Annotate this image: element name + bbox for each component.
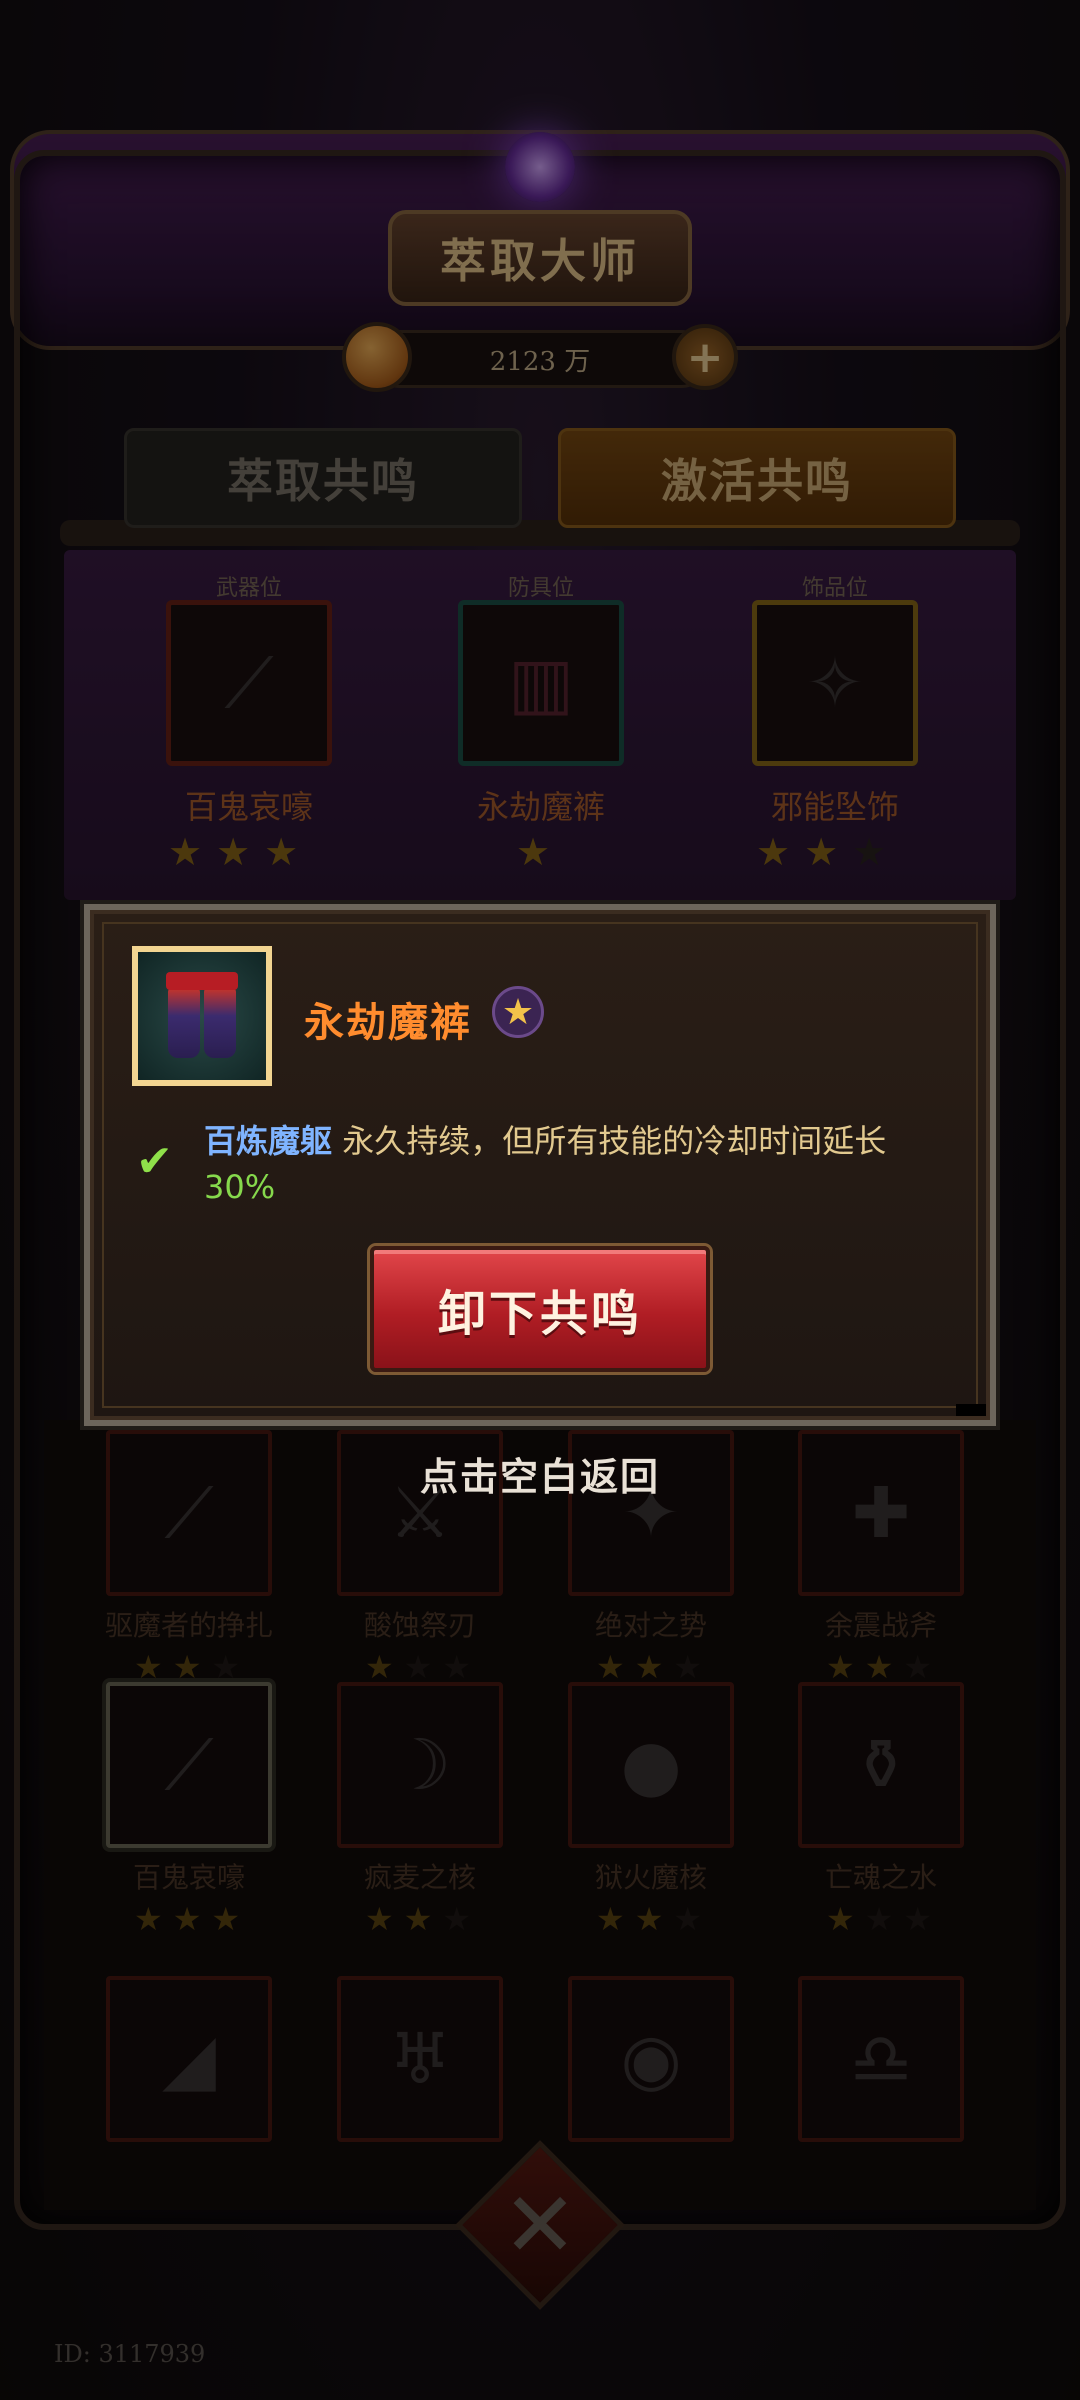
pants-right-leg: [204, 988, 236, 1058]
tap-to-return-hint[interactable]: 点击空白返回: [0, 1446, 1080, 1501]
effect-value: 30%: [204, 1168, 276, 1206]
star-icon: ★: [492, 986, 544, 1038]
effect-text: 永久持续，但所有技能的冷却时间延长: [342, 1122, 887, 1160]
unequip-button-label: 卸下共鸣: [437, 1286, 642, 1342]
pants-waist: [166, 972, 238, 990]
unequip-resonance-button[interactable]: 卸下共鸣: [370, 1246, 710, 1372]
resonance-detail-modal: 永劫魔裤 ★ ✔ 百炼魔躯 永久持续，但所有技能的冷却时间延长 30% 卸下共鸣: [84, 904, 996, 1426]
item-name: 永劫魔裤: [304, 1000, 472, 1046]
corner-mark: [956, 1404, 986, 1416]
effect-name: 百炼魔躯: [204, 1122, 333, 1160]
item-portrait: [132, 946, 272, 1086]
effect-description: 百炼魔躯 永久持续，但所有技能的冷却时间延长 30%: [204, 1118, 904, 1210]
checkmark-icon: ✔: [136, 1136, 173, 1187]
item-portrait-bg: [138, 952, 266, 1080]
pants-left-leg: [168, 988, 200, 1058]
pants-icon: [166, 972, 238, 1060]
